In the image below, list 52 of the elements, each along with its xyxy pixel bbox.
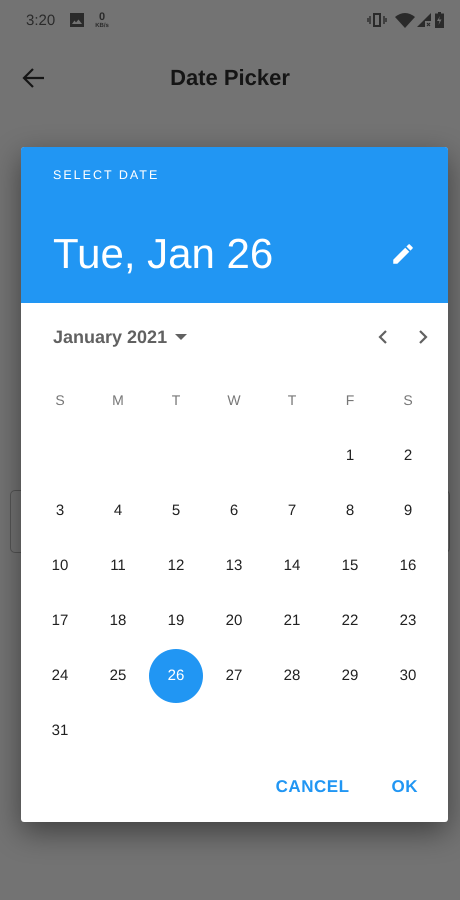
weekday-label: F xyxy=(346,392,354,408)
signal-icon xyxy=(417,13,431,27)
speed-value: 0 xyxy=(98,12,106,22)
calendar-day[interactable]: 1 xyxy=(323,428,377,482)
selected-date: Tue, Jan 26 xyxy=(53,230,274,278)
calendar-day[interactable]: 13 xyxy=(207,538,261,592)
calendar-day[interactable]: 19 xyxy=(149,594,203,648)
calendar-day[interactable]: 20 xyxy=(207,594,261,648)
calendar-day[interactable]: 6 xyxy=(207,484,261,538)
weekday-label: S xyxy=(55,392,65,408)
image-icon xyxy=(69,12,86,28)
calendar-day[interactable]: 11 xyxy=(91,538,145,592)
calendar-day[interactable]: 25 xyxy=(91,648,145,702)
calendar-day[interactable]: 5 xyxy=(149,484,203,538)
calendar-day[interactable]: 14 xyxy=(265,538,319,592)
calendar-day[interactable]: 27 xyxy=(207,648,261,702)
header-label: SELECT DATE xyxy=(53,168,160,182)
calendar-day[interactable]: 17 xyxy=(33,594,87,648)
calendar-day[interactable]: 24 xyxy=(33,648,87,702)
calendar-day[interactable]: 16 xyxy=(381,538,435,592)
calendar-day[interactable]: 12 xyxy=(149,538,203,592)
calendar-day[interactable]: 18 xyxy=(91,594,145,648)
wifi-icon xyxy=(395,12,415,28)
calendar-day[interactable]: 7 xyxy=(265,484,319,538)
calendar-day[interactable]: 10 xyxy=(33,538,87,592)
calendar-day[interactable]: 29 xyxy=(323,648,377,702)
calendar-day[interactable]: 28 xyxy=(265,648,319,702)
weekday-label: W xyxy=(227,392,241,408)
back-arrow-icon[interactable] xyxy=(22,66,46,90)
weekday-label: S xyxy=(403,392,413,408)
weekday-label: T xyxy=(288,392,296,408)
calendar-day[interactable]: 21 xyxy=(265,594,319,648)
status-time: 3:20 xyxy=(26,12,56,28)
chevron-left-icon[interactable] xyxy=(378,329,388,345)
calendar-day[interactable]: 31 xyxy=(33,704,87,758)
calendar-day[interactable]: 15 xyxy=(323,538,377,592)
vibrate-icon xyxy=(367,12,387,28)
app-bar-title: Date Picker xyxy=(170,64,290,90)
calendar-day[interactable]: 4 xyxy=(91,484,145,538)
calendar-day[interactable]: 23 xyxy=(381,594,435,648)
calendar-day[interactable]: 8 xyxy=(323,484,377,538)
calendar-day[interactable]: 9 xyxy=(381,484,435,538)
calendar-day[interactable]: 30 xyxy=(381,648,435,702)
weekday-label: T xyxy=(172,392,180,408)
calendar-day[interactable]: 22 xyxy=(323,594,377,648)
battery-icon xyxy=(435,12,444,28)
chevron-right-icon[interactable] xyxy=(418,329,428,345)
caret-icon xyxy=(175,334,188,340)
calendar-day[interactable]: 3 xyxy=(33,484,87,538)
month-dropdown[interactable]: January 2021 xyxy=(53,326,188,348)
weekday-label: M xyxy=(112,392,124,408)
calendar-day[interactable]: 2 xyxy=(381,428,435,482)
